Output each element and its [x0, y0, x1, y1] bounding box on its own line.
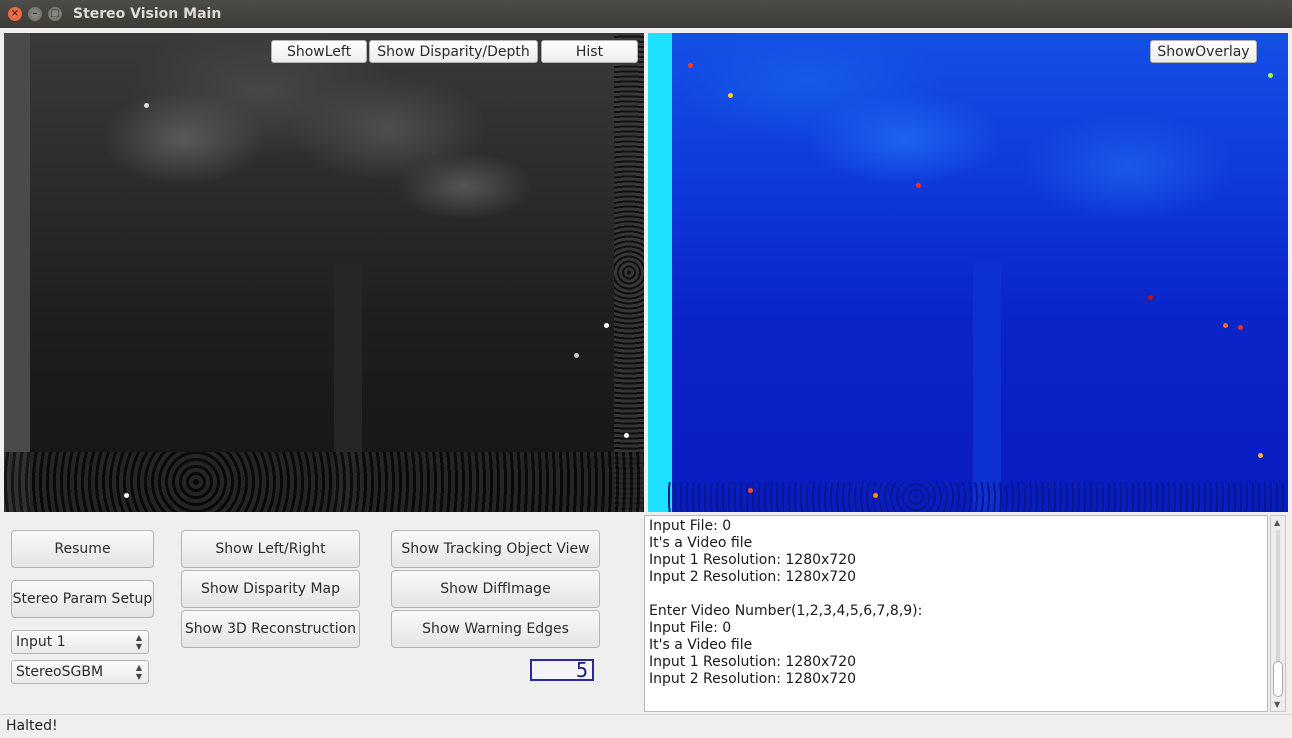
- image-speckle: [144, 103, 149, 108]
- image-speckle: [688, 63, 693, 68]
- stereo-param-setup-button[interactable]: Stereo Param Setup: [11, 580, 154, 618]
- image-speckle: [1148, 295, 1153, 300]
- show-disparity-map-button[interactable]: Show Disparity Map: [181, 570, 360, 608]
- image-speckle: [124, 493, 129, 498]
- image-speckle: [1258, 453, 1263, 458]
- log-scrollbar[interactable]: ▲ ▼: [1270, 515, 1286, 712]
- log-line: Input File: 0: [649, 518, 732, 534]
- image-noise-bottom: [668, 482, 1288, 512]
- image-speckle: [1223, 323, 1228, 328]
- image-edge-strip: [4, 33, 30, 512]
- input-select[interactable]: Input 1 ▲ ▼: [11, 630, 149, 654]
- status-bar: Halted!: [0, 714, 1292, 738]
- show-left-right-button[interactable]: Show Left/Right: [181, 530, 360, 568]
- show-3d-reconstruction-button[interactable]: Show 3D Reconstruction: [181, 610, 360, 648]
- algorithm-select-value: StereoSGBM: [16, 664, 104, 680]
- title-bar: × – □ Stereo Vision Main: [0, 0, 1292, 28]
- image-tree-trunk: [973, 263, 1001, 512]
- show-left-button[interactable]: ShowLeft: [271, 40, 367, 63]
- image-speckle: [1268, 73, 1273, 78]
- log-output[interactable]: Input File: 0 It's a Video file Input 1 Re…: [644, 515, 1268, 712]
- algorithm-select[interactable]: StereoSGBM ▲ ▼: [11, 660, 149, 684]
- chevron-updown-icon: ▲ ▼: [135, 633, 142, 651]
- show-tracking-object-view-button[interactable]: Show Tracking Object View: [391, 530, 600, 568]
- image-noise-right: [614, 33, 644, 512]
- log-line: Input 1 Resolution: 1280x720: [649, 654, 857, 670]
- image-speckle: [624, 433, 629, 438]
- minimize-icon[interactable]: –: [28, 7, 42, 21]
- scrollbar-track: [1276, 530, 1280, 670]
- image-edge-strip: [648, 33, 672, 512]
- chevron-updown-icon: ▲ ▼: [135, 663, 142, 681]
- image-speckle: [916, 183, 921, 188]
- disparity-image-view: [4, 33, 644, 512]
- scroll-down-icon[interactable]: ▼: [1274, 700, 1280, 709]
- show-warning-edges-button[interactable]: Show Warning Edges: [391, 610, 600, 648]
- image-speckle: [748, 488, 753, 493]
- log-line: Input File: 0: [649, 620, 732, 636]
- image-speckle: [873, 493, 878, 498]
- window-title: Stereo Vision Main: [73, 6, 222, 22]
- log-line: Input 2 Resolution: 1280x720: [649, 569, 857, 585]
- show-disparity-depth-button[interactable]: Show Disparity/Depth: [369, 40, 538, 63]
- scrollbar-thumb[interactable]: [1273, 661, 1283, 697]
- log-line: Input 2 Resolution: 1280x720: [649, 671, 857, 687]
- image-speckle: [728, 93, 733, 98]
- status-text: Halted!: [6, 718, 58, 734]
- scroll-up-icon[interactable]: ▲: [1274, 518, 1280, 527]
- depth-colormap-view: [648, 33, 1288, 512]
- resume-button[interactable]: Resume: [11, 530, 154, 568]
- log-line: It's a Video file: [649, 535, 753, 551]
- log-line: Enter Video Number(1,2,3,4,5,6,7,8,9):: [649, 603, 923, 619]
- lcd-number-display: 5: [530, 659, 594, 681]
- image-speckle: [604, 323, 609, 328]
- hist-button[interactable]: Hist: [541, 40, 638, 63]
- input-select-value: Input 1: [16, 634, 66, 650]
- maximize-icon[interactable]: □: [48, 7, 62, 21]
- log-line: Input 1 Resolution: 1280x720: [649, 552, 857, 568]
- show-diff-image-button[interactable]: Show DiffImage: [391, 570, 600, 608]
- image-noise-bottom: [4, 452, 644, 512]
- image-speckle: [574, 353, 579, 358]
- log-line: It's a Video file: [649, 637, 753, 653]
- show-overlay-button[interactable]: ShowOverlay: [1150, 40, 1257, 63]
- close-icon[interactable]: ×: [8, 7, 22, 21]
- image-speckle: [1238, 325, 1243, 330]
